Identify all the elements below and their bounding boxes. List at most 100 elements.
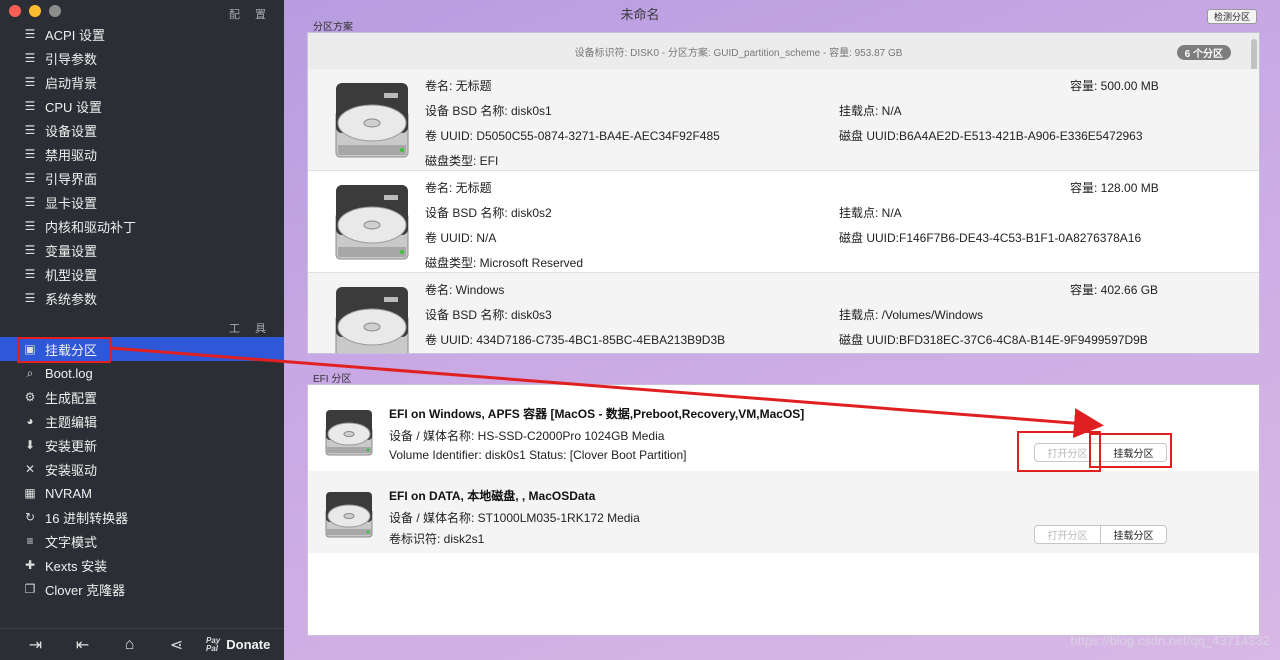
mount-partition-button[interactable]: 挂载分区 <box>1101 526 1166 543</box>
sidebar-item-theme-editor[interactable]: ◕ 主题编辑 <box>0 409 284 433</box>
disk-type: 磁盘类型: EFI <box>425 154 499 168</box>
tools-icon: ✕ <box>24 462 36 476</box>
sidebar-item-cpu[interactable]: ☰ CPU 设置 <box>0 94 284 118</box>
sidebar-item-label: Clover 克隆器 <box>45 582 126 598</box>
download-icon: ⬇ <box>24 438 36 452</box>
hard-disk-icon <box>325 492 373 538</box>
sidebar-item-label: 引导界面 <box>45 171 98 187</box>
donate-button[interactable]: Pay Pal Donate <box>206 636 271 653</box>
sidebar-item-install-drivers[interactable]: ✕ 安装驱动 <box>0 457 284 481</box>
sidebar-item-graphics[interactable]: ☰ 显卡设置 <box>0 190 284 214</box>
list-item[interactable]: EFI on Windows, APFS 容器 [MacOS - 数据,Preb… <box>308 389 1259 471</box>
sidebar-item-label: 显卡设置 <box>45 195 98 211</box>
sidebar-item-label: 挂载分区 <box>45 342 98 358</box>
close-window-button[interactable] <box>9 5 21 17</box>
partitions-group-label: 分区方案 <box>313 22 353 33</box>
list-icon: ☰ <box>24 27 36 41</box>
list-item[interactable]: 卷名: 无标题 设备 BSD 名称: disk0s2 卷 UUID: N/A 磁… <box>308 171 1259 273</box>
open-partition-button[interactable]: 打开分区 <box>1035 526 1101 543</box>
open-partition-button[interactable]: 打开分区 <box>1035 444 1101 461</box>
refresh-icon: ↻ <box>24 510 36 524</box>
sidebar-item-gui[interactable]: ☰ 引导界面 <box>0 166 284 190</box>
sidebar-item-boot-background[interactable]: ☰ 启动背景 <box>0 70 284 94</box>
hard-disk-icon <box>335 287 409 353</box>
sidebar-item-label: NVRAM <box>45 485 92 501</box>
detect-partitions-button[interactable]: 检测分区 <box>1207 9 1257 24</box>
sidebar-item-acpi[interactable]: ☰ ACPI 设置 <box>0 22 284 46</box>
volume-uuid: 卷 UUID: 434D7186-C735-4BC1-85BC-4EBA213B… <box>425 333 726 347</box>
sidebar-item-nvram[interactable]: ▦ NVRAM <box>0 481 284 505</box>
sidebar-item-label: 变量设置 <box>45 243 98 259</box>
sidebar-item-text-mode[interactable]: ≡ 文字模式 <box>0 529 284 553</box>
export-icon[interactable]: ⇤ <box>59 630 106 660</box>
tools-nav-list: ▣ 挂载分区 ⌕ Boot.log ⚙ 生成配置 ◕ 主题编辑 ⬇ 安装更新 ✕ 安装驱动 … <box>0 337 284 601</box>
mount-point: 挂载点: N/A <box>839 104 902 118</box>
sidebar-item-label: 启动背景 <box>45 75 98 91</box>
list-item[interactable]: 卷名: Windows 设备 BSD 名称: disk0s3 卷 UUID: 4… <box>308 273 1259 353</box>
bsd-name: 设备 BSD 名称: disk0s2 <box>425 206 552 220</box>
sidebar-item-kernel-patches[interactable]: ☰ 内核和驱动补丁 <box>0 214 284 238</box>
zoom-window-button[interactable] <box>49 5 61 17</box>
mount-partition-button[interactable]: 挂载分区 <box>1101 444 1166 461</box>
sidebar-item-disable-drivers[interactable]: ☰ 禁用驱动 <box>0 142 284 166</box>
palette-icon: ◕ <box>26 414 34 428</box>
list-item[interactable]: 卷名: 无标题 设备 BSD 名称: disk0s1 卷 UUID: D5050… <box>308 69 1259 171</box>
disk-uuid: 磁盘 UUID:F146F7B6-DE43-4C53-B1F1-0A827637… <box>839 231 1142 245</box>
device-media-name: 设备 / 媒体名称: HS-SSD-C2000Pro 1024GB Media <box>389 429 665 443</box>
disk-info-text: 设备标识符: DISK0 - 分区方案: GUID_partition_sche… <box>574 47 903 59</box>
sidebar-item-smbios[interactable]: ☰ 机型设置 <box>0 262 284 286</box>
sidebar-item-hex-converter[interactable]: ↻ 16 进制转换器 <box>0 505 284 529</box>
sidebar-item-label: Boot.log <box>45 365 93 381</box>
sidebar-item-label: Kexts 安装 <box>45 558 108 574</box>
list-item[interactable]: EFI on DATA, 本地磁盘, , MacOSData 设备 / 媒体名称… <box>308 471 1259 553</box>
sidebar-item-rt-variables[interactable]: ☰ 变量设置 <box>0 238 284 262</box>
list-icon: ☰ <box>24 51 36 65</box>
capacity: 容量: 402.66 GB <box>1070 283 1159 297</box>
sidebar-item-install-update[interactable]: ⬇ 安装更新 <box>0 433 284 457</box>
sidebar-item-boot-args[interactable]: ☰ 引导参数 <box>0 46 284 70</box>
sidebar-item-label: 生成配置 <box>45 390 98 406</box>
capacity: 容量: 128.00 MB <box>1070 181 1159 195</box>
home-icon[interactable]: ⌂ <box>106 630 153 660</box>
share-icon[interactable]: ⋖ <box>153 630 200 660</box>
volume-name: 卷名: Windows <box>425 283 505 297</box>
sidebar-item-mount-partition[interactable]: ▣ 挂载分区 <box>0 337 284 361</box>
sidebar-item-boot-log[interactable]: ⌕ Boot.log <box>0 361 284 385</box>
minimize-window-button[interactable] <box>29 5 41 17</box>
volume-identifier: 卷标识符: disk2s1 <box>389 532 485 546</box>
efi-partitions-panel: EFI on Windows, APFS 容器 [MacOS - 数据,Preb… <box>307 384 1260 636</box>
disk-uuid: 磁盘 UUID:B6A4AE2D-E513-421B-A906-E336E547… <box>839 129 1143 143</box>
sidebar-item-system-params[interactable]: ☰ 系统参数 <box>0 286 284 310</box>
volume-name: 卷名: 无标题 <box>425 181 492 195</box>
sidebar-item-label: 内核和驱动补丁 <box>45 219 137 235</box>
sidebar-item-label: 设备设置 <box>45 123 98 139</box>
partition-action-group: 打开分区 挂载分区 <box>1034 525 1167 544</box>
import-icon[interactable]: ⇥ <box>12 630 59 660</box>
sidebar-item-label: 系统参数 <box>45 291 98 307</box>
efi-title: EFI on Windows, APFS 容器 [MacOS - 数据,Preb… <box>389 407 805 421</box>
bsd-name: 设备 BSD 名称: disk0s3 <box>425 308 552 322</box>
sidebar-item-label: CPU 设置 <box>45 99 103 115</box>
hard-disk-icon <box>325 410 373 456</box>
sidebar: 配 置 ☰ ACPI 设置 ☰ 引导参数 ☰ 启动背景 ☰ CPU 设置 ☰ 设备设置 ☰… <box>0 0 284 660</box>
volume-name: 卷名: 无标题 <box>425 79 492 93</box>
capacity: 容量: 500.00 MB <box>1070 79 1159 93</box>
partition-count-badge: 6 个分区 <box>1176 45 1231 60</box>
donate-label: Donate <box>226 637 271 652</box>
section-config-title: 配 置 <box>228 9 272 21</box>
partition-action-group: 打开分区 挂载分区 <box>1034 443 1167 462</box>
sidebar-item-generate-config[interactable]: ⚙ 生成配置 <box>0 385 284 409</box>
sidebar-item-kexts-install[interactable]: ✚ Kexts 安装 <box>0 553 284 577</box>
sidebar-item-label: 禁用驱动 <box>45 147 98 163</box>
sidebar-item-label: 文字模式 <box>45 534 98 550</box>
list-icon: ☰ <box>24 123 36 137</box>
gears-icon: ⚙ <box>24 390 36 404</box>
disk-uuid: 磁盘 UUID:BFD318EC-37C6-4C8A-B14E-9F949959… <box>839 333 1148 347</box>
list-icon: ☰ <box>24 219 36 233</box>
copy-icon: ❐ <box>24 582 36 596</box>
chip-icon: ▦ <box>24 486 36 500</box>
list-icon: ☰ <box>24 243 36 257</box>
sidebar-item-devices[interactable]: ☰ 设备设置 <box>0 118 284 142</box>
volume-uuid: 卷 UUID: D5050C55-0874-3271-BA4E-AEC34F92… <box>425 129 720 143</box>
sidebar-item-clover-cloner[interactable]: ❐ Clover 克隆器 <box>0 577 284 601</box>
